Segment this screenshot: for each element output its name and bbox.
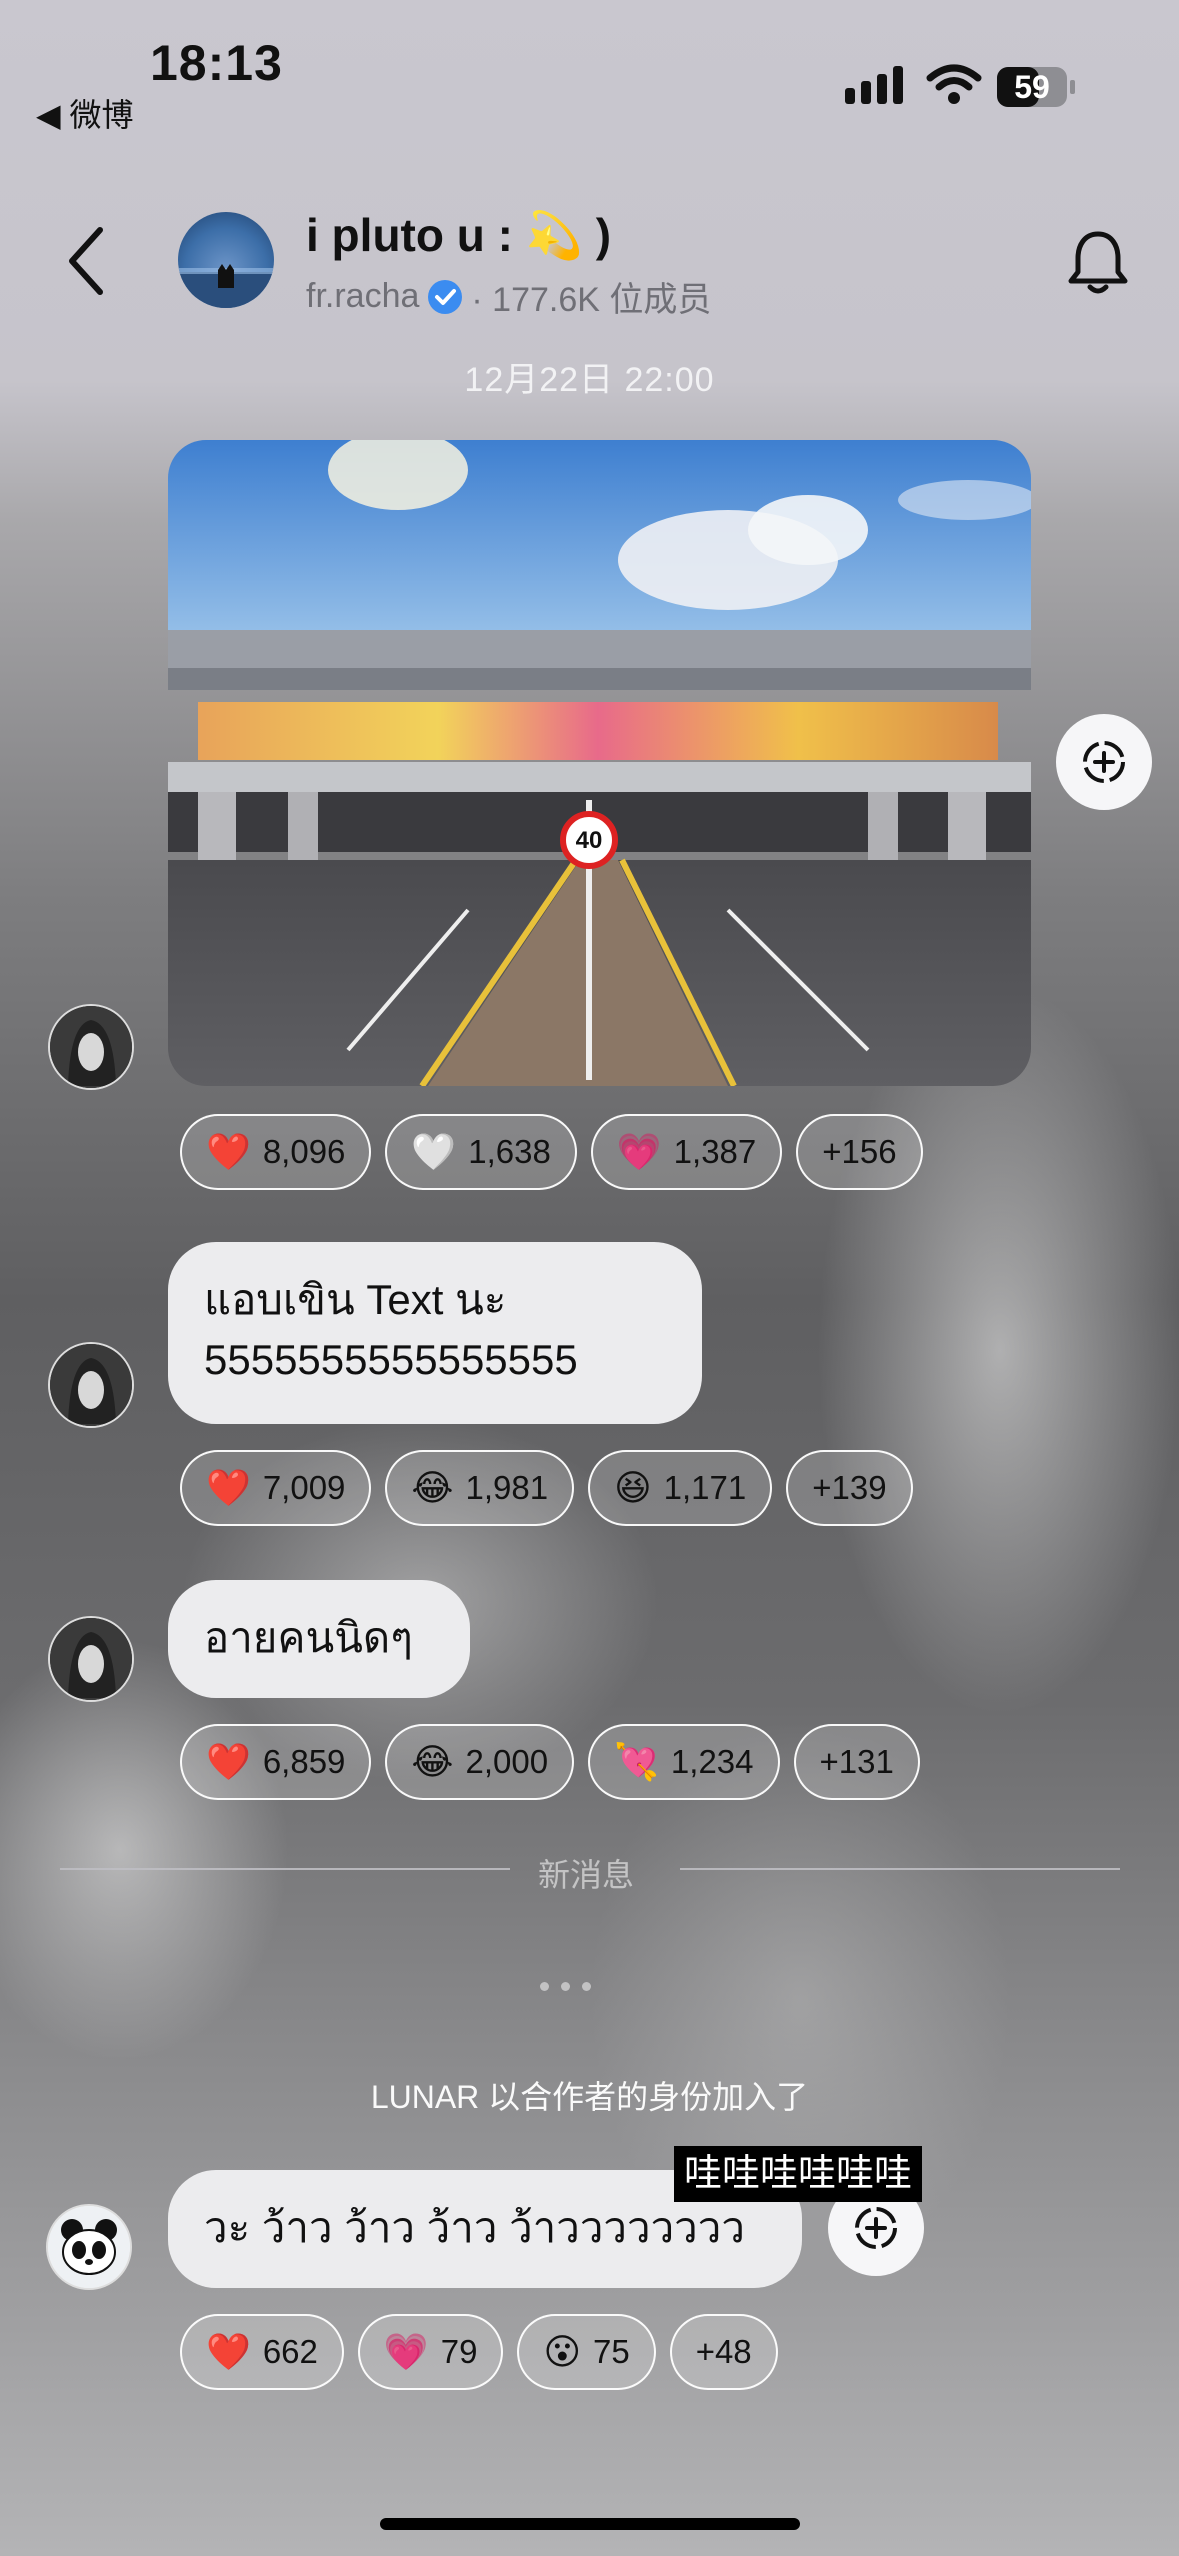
sender-avatar[interactable] bbox=[48, 1004, 134, 1090]
add-reaction-button[interactable] bbox=[1056, 714, 1152, 810]
reaction-bar: ❤️ 8,096 🤍 1,638 💗 1,387 +156 bbox=[180, 1114, 923, 1190]
heart-arrow-emoji-icon: 💘 bbox=[614, 1741, 659, 1782]
reaction-count: +139 bbox=[812, 1469, 887, 1506]
reaction-count: 662 bbox=[262, 2333, 318, 2370]
new-messages-divider-left bbox=[60, 1868, 510, 1870]
battery-icon: 59 bbox=[996, 66, 1076, 108]
video-caption: 哇哇哇哇哇哇 bbox=[674, 2146, 923, 2202]
battery-level: 59 bbox=[1014, 69, 1050, 105]
reaction-more-pill[interactable]: +139 bbox=[786, 1450, 913, 1526]
tears-of-joy-emoji-icon: 😂 bbox=[411, 1467, 454, 1508]
add-reaction-icon bbox=[1083, 741, 1125, 783]
channel-title: i pluto u : 💫 ) bbox=[306, 209, 612, 261]
sender-avatar[interactable] bbox=[48, 1616, 134, 1702]
channel-subtitle: fr.racha · 177.6K 位成员 bbox=[306, 272, 711, 321]
tears-of-joy-emoji-icon: 😂 bbox=[411, 1741, 454, 1782]
verified-icon bbox=[428, 279, 463, 314]
bell-icon[interactable] bbox=[1062, 226, 1134, 298]
message-text: อายคนนิดๆ bbox=[204, 1614, 413, 1661]
reaction-pill[interactable]: 😂 1,981 bbox=[385, 1450, 575, 1526]
channel-username[interactable]: fr.racha bbox=[306, 277, 419, 316]
reaction-count: +131 bbox=[819, 1743, 894, 1780]
reaction-count: 1,638 bbox=[468, 1133, 551, 1170]
laughing-emoji-icon: 😆 bbox=[614, 1467, 652, 1508]
reaction-count: 1,387 bbox=[673, 1133, 757, 1170]
reaction-pill[interactable]: ❤️ 662 bbox=[180, 2314, 344, 2390]
reaction-pill[interactable]: 💗 1,387 bbox=[590, 1114, 783, 1190]
reaction-pill[interactable]: 😂 2,000 bbox=[385, 1724, 575, 1800]
heart-emoji-icon: ❤️ bbox=[206, 1467, 251, 1508]
new-messages-divider-right bbox=[680, 1868, 1120, 1870]
home-indicator[interactable] bbox=[380, 2518, 800, 2530]
reaction-count: 6,859 bbox=[262, 1743, 346, 1780]
reaction-count: 7,009 bbox=[262, 1469, 346, 1506]
new-messages-label: 新消息 bbox=[538, 1857, 635, 1893]
speed-sign: 40 bbox=[576, 827, 603, 854]
pink-heart-emoji-icon: 💗 bbox=[383, 2331, 429, 2372]
status-time: 18:13 bbox=[150, 35, 283, 91]
reaction-count: +156 bbox=[822, 1133, 897, 1170]
reaction-count: 1,234 bbox=[670, 1743, 754, 1780]
reaction-pill[interactable]: 💘 1,234 bbox=[588, 1724, 780, 1800]
reaction-pill[interactable]: 😮 75 bbox=[517, 2314, 656, 2390]
add-reaction-icon bbox=[855, 2207, 897, 2249]
reaction-pill[interactable]: 💗 79 bbox=[357, 2314, 504, 2390]
reaction-more-pill[interactable]: +131 bbox=[793, 1724, 920, 1800]
heart-emoji-icon: ❤️ bbox=[206, 1741, 251, 1782]
reaction-bar: ❤️ 7,009 😂 1,981 😆 1,171 +139 bbox=[180, 1450, 913, 1526]
signal-icon bbox=[845, 66, 903, 104]
sender-avatar[interactable] bbox=[48, 1342, 134, 1428]
wifi-icon bbox=[926, 64, 982, 104]
message-text: แอบเขิน Text นะ bbox=[204, 1276, 507, 1323]
message-bubble[interactable]: อายคนนิดๆ bbox=[168, 1580, 470, 1698]
heart-emoji-icon: ❤️ bbox=[206, 1131, 251, 1172]
reaction-count: 8,096 bbox=[262, 1133, 346, 1170]
reaction-more-pill[interactable]: +156 bbox=[796, 1114, 923, 1190]
reaction-count: 79 bbox=[440, 2333, 478, 2370]
message-bubble[interactable]: แอบเขิน Text นะ 5555555555555555 bbox=[168, 1242, 702, 1424]
surprised-emoji-icon: 😮 bbox=[543, 2331, 581, 2372]
message-text: วะ ว้าว ว้าว ว้าว ว้าวววววววว bbox=[204, 2204, 745, 2251]
reaction-bar: ❤️ 662 💗 79 😮 75 +48 bbox=[180, 2314, 778, 2390]
reaction-pill[interactable]: ❤️ 6,859 bbox=[180, 1724, 372, 1800]
reaction-bar: ❤️ 6,859 😂 2,000 💘 1,234 +131 bbox=[180, 1724, 920, 1800]
channel-avatar[interactable] bbox=[178, 212, 274, 308]
reaction-count: 2,000 bbox=[465, 1743, 549, 1780]
reaction-pill[interactable]: ❤️ 7,009 bbox=[180, 1450, 372, 1526]
reaction-pill[interactable]: ❤️ 8,096 bbox=[180, 1114, 372, 1190]
back-chevron-icon[interactable] bbox=[66, 226, 106, 296]
sender-avatar-panda[interactable] bbox=[46, 2204, 132, 2290]
reaction-count: +48 bbox=[695, 2333, 752, 2370]
reaction-count: 75 bbox=[592, 2333, 630, 2370]
reaction-count: 1,981 bbox=[465, 1469, 549, 1506]
white-heart-emoji-icon: 🤍 bbox=[411, 1131, 457, 1172]
message-timestamp: 12月22日 22:00 bbox=[464, 361, 715, 399]
pink-heart-emoji-icon: 💗 bbox=[616, 1131, 662, 1172]
reaction-more-pill[interactable]: +48 bbox=[669, 2314, 778, 2390]
system-notice: LUNAR 以合作者的身份加入了 bbox=[370, 2079, 809, 2115]
back-to-app-link[interactable]: ◀ 微博 bbox=[36, 90, 134, 136]
message-photo[interactable]: 40 bbox=[168, 440, 1031, 1086]
reaction-count: 1,171 bbox=[663, 1469, 747, 1506]
reaction-pill[interactable]: 🤍 1,638 bbox=[385, 1114, 577, 1190]
reaction-pill[interactable]: 😆 1,171 bbox=[588, 1450, 773, 1526]
heart-emoji-icon: ❤️ bbox=[206, 2331, 251, 2372]
member-count: · 177.6K 位成员 bbox=[471, 281, 712, 319]
message-text: 5555555555555555 bbox=[204, 1336, 578, 1383]
loading-dots-icon bbox=[540, 1982, 591, 1991]
